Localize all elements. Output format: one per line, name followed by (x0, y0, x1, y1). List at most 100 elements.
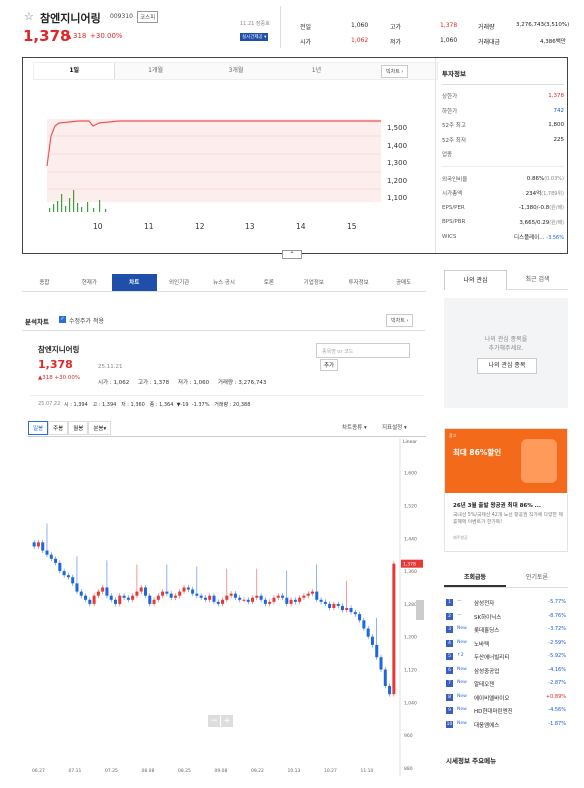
rank-stock-name: SK하이닉스 (474, 614, 502, 621)
x-tick-label: 09.22 (251, 768, 264, 774)
invest-info-panel: 투자정보 상한가 1,378 하한가 742 52주 최고 1,800 52주 최저 2… (442, 68, 564, 244)
price-area (47, 119, 381, 202)
star-outline-icon[interactable]: ☆ (24, 10, 34, 23)
tab-news[interactable]: 뉴스·공시 (202, 274, 247, 291)
rank-number: 4 (446, 639, 453, 647)
tab-1y[interactable]: 1년 (276, 63, 356, 79)
candle-body (375, 644, 379, 658)
candle-body (233, 593, 237, 598)
adjusted-price-checkbox[interactable]: ✓ (59, 316, 66, 323)
candle-body (310, 591, 314, 594)
tab-summary[interactable]: 종합 (22, 274, 67, 291)
ranking-row[interactable]: 6 New 삼성중공업 -4.16% (444, 665, 568, 679)
ad-banner[interactable]: 광고 최대 86%할인 26년 3월 출발 왕공권 최대 86% ... 국내선… (444, 428, 568, 552)
candle-body (71, 577, 75, 584)
low-value: 1,060 (440, 37, 458, 44)
ranking-row[interactable]: 7 New 알테오젠 -2.87% (444, 678, 568, 692)
realtime-badge[interactable]: 실시간제공 ▾ (240, 33, 269, 41)
rank-stock-name: 삼성전자 (474, 601, 495, 607)
tab-monthly[interactable]: 월봉 (68, 421, 89, 435)
period-tabs: 1일 1개월 3개월 1년 3년 (33, 62, 438, 80)
x-tick-label: 10.27 (324, 768, 337, 774)
ranking-row[interactable]: 5 ↑2 두산에너빌리티 -5.92% (444, 651, 568, 665)
candle-body (383, 669, 387, 686)
intraday-chart: 1,500 1,400 1,300 1,200 1,100 10 11 12 1… (46, 119, 407, 231)
candle-body (208, 595, 212, 600)
ranking-row[interactable]: 2 — SK하이닉스 -8.76% (444, 611, 568, 625)
info-row: 시가총액 234억(1,789위) (442, 191, 564, 198)
rank-change-badge: ↑2 (457, 653, 464, 658)
candle-body (251, 597, 255, 602)
tab-company-info[interactable]: 기업정보 (291, 274, 336, 291)
chart-type-dropdown[interactable]: 차트종류 ▾ (342, 423, 367, 431)
chevron-up-icon[interactable]: ⌃ (282, 250, 302, 259)
chart-change: ▲318 +30.00% (38, 375, 81, 381)
rank-stock-name: 알테오젠 (474, 682, 495, 688)
candle-body (109, 595, 113, 600)
rank-number: 7 (446, 680, 453, 687)
rank-stock-name: HD현대마린엔진 (474, 709, 513, 715)
ranking-row[interactable]: 8 New 에이비엘바이오 +0.89% (444, 692, 568, 706)
tab-rising[interactable]: 조회급등 (444, 568, 506, 587)
candle-body (332, 603, 336, 608)
tab-1m[interactable]: 1개월 (115, 63, 195, 79)
tab-recent-search[interactable]: 최근 검색 (507, 270, 568, 290)
tab-1d[interactable]: 1일 (34, 63, 116, 79)
ranking-row[interactable]: 3 New 롯데홀딩스 -3.72% (444, 624, 568, 638)
indicator-dropdown[interactable]: 지표설정 ▾ (382, 423, 407, 431)
info-row: WICS 디스플레이... -3.56% (442, 233, 564, 241)
candle-body (272, 597, 276, 602)
candle-body (195, 593, 199, 596)
candle-body (49, 554, 53, 559)
rank-change-badge: — (457, 612, 462, 618)
tab-minute[interactable]: 분봉▾ (88, 421, 112, 435)
candle-body (139, 587, 143, 592)
candle-body (259, 595, 263, 600)
chart-period-tabs: 일봉 주봉 월봉 분봉▾ (28, 421, 112, 435)
candle-body (242, 599, 246, 601)
tab-foreign-institution[interactable]: 외인기관 (157, 274, 202, 291)
tab-my-interest[interactable]: 나의 관심 (444, 270, 507, 290)
candle-body (336, 603, 340, 606)
ranking-row[interactable]: 4 New 노바텍 -2.59% (444, 638, 568, 652)
tab-daily[interactable]: 일봉 (28, 421, 49, 435)
candle-body (302, 595, 306, 598)
candle-body (353, 612, 357, 615)
candle-body (126, 597, 130, 600)
tab-current-price[interactable]: 현재가 (67, 274, 112, 291)
analysis-big-chart-button[interactable]: 빅차트 › (386, 314, 414, 327)
candle-body (306, 593, 310, 596)
chart-scroll-handle[interactable] (416, 600, 424, 620)
candle-body (388, 685, 392, 695)
tab-chart[interactable]: 차트 (111, 274, 157, 291)
rank-change-pct: -1.87% (548, 720, 566, 727)
rank-number: 3 (446, 626, 453, 633)
stock-search-input[interactable]: 종목명 or 코드 (316, 343, 410, 358)
tab-weekly[interactable]: 주봉 (48, 421, 69, 435)
rank-change-pct: -5.77% (548, 599, 566, 605)
candle-body (358, 614, 362, 621)
candle-body (268, 601, 272, 604)
ranking-row[interactable]: 10 New 대웅엠에스 -1.87% (444, 719, 568, 733)
candle-body (392, 563, 396, 695)
ranking-row[interactable]: 1 — 삼성전자 -5.77% (444, 597, 568, 611)
ad-visual (521, 439, 557, 483)
tab-discussion[interactable]: 토론 (246, 274, 291, 291)
zoom-out-button[interactable]: − (208, 715, 220, 727)
x-tick: 15 (347, 222, 357, 231)
candle-body (349, 608, 353, 613)
candle-body (41, 542, 45, 551)
tab-3m[interactable]: 3개월 (196, 63, 276, 79)
tab-popular-discussion[interactable]: 인기토론 (506, 568, 568, 587)
tab-invest-info[interactable]: 투자정보 (336, 274, 381, 291)
zoom-in-button[interactable]: + (221, 715, 233, 727)
ranking-row[interactable]: 9 New HD현대마린엔진 -4.56% (444, 705, 568, 719)
candle-body (276, 595, 280, 598)
candle-body (62, 571, 66, 576)
add-interest-button[interactable]: 나의 관심 종목 (477, 358, 537, 374)
add-stock-button[interactable]: 추가 (320, 359, 339, 371)
tab-short-selling[interactable]: 공매도 (381, 274, 426, 291)
prev-close-value: 1,060 (351, 22, 369, 29)
big-chart-button[interactable]: 빅차트 › (381, 65, 409, 78)
y-tick-label: 1,120 (404, 668, 417, 674)
